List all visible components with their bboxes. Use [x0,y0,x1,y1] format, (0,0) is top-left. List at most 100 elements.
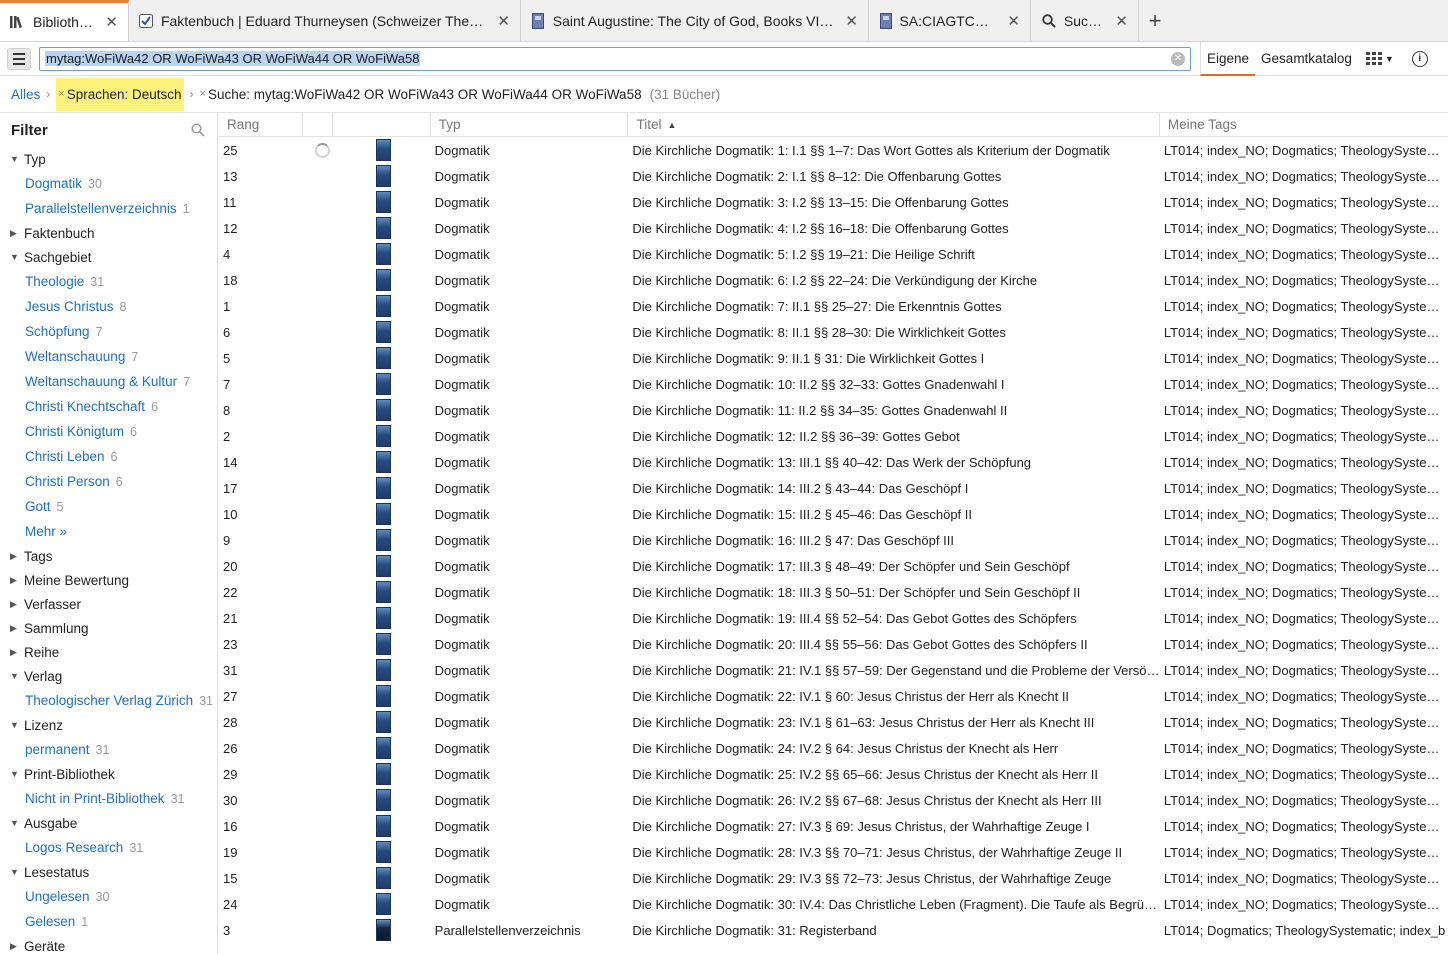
table-row[interactable]: 4 Dogmatik Die Kirchliche Dogmatik: 5: I.2… [219,241,1448,267]
title-cell[interactable]: Die Kirchliche Dogmatik: 12: II.2 §§ 36–… [628,429,1160,444]
filter-item-label[interactable]: Nicht in Print-Bibliothek [25,791,165,806]
title-cell[interactable]: Die Kirchliche Dogmatik: 31: Registerban… [628,923,1160,938]
filter-item[interactable]: Mehr » [0,519,217,544]
table-row[interactable]: 19 Dogmatik Die Kirchliche Dogmatik: 28: I… [219,839,1448,865]
close-icon[interactable]: ✕ [995,12,1020,30]
filter-item[interactable]: Christi Knechtschaft 6 [0,394,217,419]
table-row[interactable]: 8 Dogmatik Die Kirchliche Dogmatik: 11: II… [219,397,1448,423]
filter-item[interactable]: Theologie 31 [0,269,217,294]
title-cell[interactable]: Die Kirchliche Dogmatik: 21: IV.1 §§ 57–… [628,663,1160,678]
filter-group[interactable]: ▼ Print-Bibliothek [0,762,217,786]
table-row[interactable]: 31 Dogmatik Die Kirchliche Dogmatik: 21: I… [219,657,1448,683]
title-cell[interactable]: Die Kirchliche Dogmatik: 10: II.2 §§ 32–… [628,377,1160,392]
title-cell[interactable]: Die Kirchliche Dogmatik: 7: II.1 §§ 25–2… [628,299,1160,314]
table-row[interactable]: 11 Dogmatik Die Kirchliche Dogmatik: 3: I.… [219,189,1448,215]
filter-item-label[interactable]: Christi Königtum [25,424,124,439]
chevron-down-icon[interactable]: ▼ [10,867,24,877]
title-cell[interactable]: Die Kirchliche Dogmatik: 25: IV.2 §§ 65–… [628,767,1160,782]
filter-group[interactable]: ▼ Sachgebiet [0,245,217,269]
title-cell[interactable]: Die Kirchliche Dogmatik: 16: III.2 § 47:… [628,533,1160,548]
title-cell[interactable]: Die Kirchliche Dogmatik: 26: IV.2 §§ 67–… [628,793,1160,808]
table-row[interactable]: 20 Dogmatik Die Kirchliche Dogmatik: 17: I… [219,553,1448,579]
filter-group[interactable]: ▼ Typ [0,147,217,171]
title-cell[interactable]: Die Kirchliche Dogmatik: 18: III.3 § 50–… [628,585,1160,600]
title-cell[interactable]: Die Kirchliche Dogmatik: 20: III.4 §§ 55… [628,637,1160,652]
table-row[interactable]: 3 Parallelstellenverzeichnis Die Kirchlich… [219,917,1448,943]
close-icon[interactable]: ✕ [1103,12,1128,30]
breadcrumb-all[interactable]: Alles [11,87,40,102]
filter-item[interactable]: Schöpfung 7 [0,319,217,344]
filter-item-label[interactable]: Christi Knechtschaft [25,399,145,414]
tab-factbook[interactable]: Faktenbuch | Eduard Thurneysen (Schweize… [129,0,521,41]
add-tab-button[interactable]: + [1139,0,1171,41]
title-cell[interactable]: Die Kirchliche Dogmatik: 3: I.2 §§ 13–15… [628,195,1160,210]
title-cell[interactable]: Die Kirchliche Dogmatik: 19: III.4 §§ 52… [628,611,1160,626]
chevron-down-icon[interactable]: ▼ [10,154,24,164]
chevron-right-icon[interactable]: ▶ [10,575,24,586]
filter-item-label[interactable]: Ungelesen [25,889,90,904]
tab-augustine[interactable]: Saint Augustine: The City of God, Books … [521,0,869,41]
scope-catalog[interactable]: Gesamtkatalog [1255,42,1358,76]
filter-group[interactable]: ▶ Faktenbuch [0,221,217,245]
title-cell[interactable]: Die Kirchliche Dogmatik: 30: IV.4: Das C… [628,897,1160,912]
chevron-right-icon[interactable]: ▶ [10,228,24,239]
table-row[interactable]: 2 Dogmatik Die Kirchliche Dogmatik: 12: II… [219,423,1448,449]
table-row[interactable]: 18 Dogmatik Die Kirchliche Dogmatik: 6: I.… [219,267,1448,293]
table-row[interactable]: 27 Dogmatik Die Kirchliche Dogmatik: 22: I… [219,683,1448,709]
chevron-right-icon[interactable]: ▶ [10,599,24,610]
filter-item-label[interactable]: Gott [25,499,51,514]
title-cell[interactable]: Die Kirchliche Dogmatik: 28: IV.3 §§ 70–… [628,845,1160,860]
filter-group[interactable]: ▶ Sammlung [0,616,217,640]
table-row[interactable]: 13 Dogmatik Die Kirchliche Dogmatik: 2: I.… [219,163,1448,189]
chevron-down-icon[interactable]: ▼ [10,720,24,730]
close-icon[interactable]: ✕ [833,12,858,30]
remove-search-icon[interactable]: × [200,88,206,100]
remove-filter-icon[interactable]: × [58,88,64,100]
table-row[interactable]: 10 Dogmatik Die Kirchliche Dogmatik: 15: I… [219,501,1448,527]
filter-item[interactable]: Weltanschauung 7 [0,344,217,369]
filter-item-label[interactable]: Weltanschauung & Kultur [25,374,177,389]
filter-item-label[interactable]: Gelesen [25,914,75,929]
table-row[interactable]: 24 Dogmatik Die Kirchliche Dogmatik: 30: I… [219,891,1448,917]
title-cell[interactable]: Die Kirchliche Dogmatik: 9: II.1 § 31: D… [628,351,1160,366]
title-cell[interactable]: Die Kirchliche Dogmatik: 15: III.2 § 45–… [628,507,1160,522]
filter-item-label[interactable]: Dogmatik [25,176,82,191]
column-header-tags[interactable]: Meine Tags [1160,113,1448,136]
title-cell[interactable]: Die Kirchliche Dogmatik: 22: IV.1 § 60: … [628,689,1160,704]
column-header-status[interactable] [303,113,334,136]
filter-item[interactable]: Parallelstellenverzeichnis 1 [0,196,217,221]
chevron-right-icon[interactable]: ▶ [10,623,24,634]
table-row[interactable]: 26 Dogmatik Die Kirchliche Dogmatik: 24: I… [219,735,1448,761]
table-row[interactable]: 12 Dogmatik Die Kirchliche Dogmatik: 4: I.… [219,215,1448,241]
chevron-right-icon[interactable]: ▶ [10,941,24,952]
chevron-down-icon[interactable]: ▼ [10,769,24,779]
filter-item[interactable]: Weltanschauung & Kultur 7 [0,369,217,394]
close-icon[interactable]: ✕ [93,13,118,31]
filter-item-label[interactable]: Jesus Christus [25,299,114,314]
filter-item[interactable]: Christi Person 6 [0,469,217,494]
filter-group[interactable]: ▶ Meine Bewertung [0,568,217,592]
filter-item-label[interactable]: permanent [25,742,90,757]
table-row[interactable]: 16 Dogmatik Die Kirchliche Dogmatik: 27: I… [219,813,1448,839]
filter-group[interactable]: ▼ Lizenz [0,713,217,737]
table-row[interactable]: 21 Dogmatik Die Kirchliche Dogmatik: 19: I… [219,605,1448,631]
table-row[interactable]: 9 Dogmatik Die Kirchliche Dogmatik: 16: II… [219,527,1448,553]
filter-group[interactable]: ▶ Tags [0,544,217,568]
title-cell[interactable]: Die Kirchliche Dogmatik: 11: II.2 §§ 34–… [628,403,1160,418]
filter-group[interactable]: ▶ Geräte [0,934,217,954]
search-icon[interactable] [191,123,205,141]
filter-item[interactable]: Gelesen 1 [0,909,217,934]
table-row[interactable]: 15 Dogmatik Die Kirchliche Dogmatik: 29: I… [219,865,1448,891]
chevron-right-icon[interactable]: ▶ [10,551,24,562]
title-cell[interactable]: Die Kirchliche Dogmatik: 1: I.1 §§ 1–7: … [628,143,1160,158]
filter-item[interactable]: permanent 31 [0,737,217,762]
search-input[interactable]: mytag:WoFiWa42 OR WoFiWa43 OR WoFiWa44 O… [39,46,1191,71]
table-row[interactable]: 30 Dogmatik Die Kirchliche Dogmatik: 26: I… [219,787,1448,813]
table-row[interactable]: 25 Dogmatik Die Kirchliche Dogmatik: 1: I.… [219,137,1448,163]
table-row[interactable]: 22 Dogmatik Die Kirchliche Dogmatik: 18: I… [219,579,1448,605]
table-row[interactable]: 6 Dogmatik Die Kirchliche Dogmatik: 8: II.… [219,319,1448,345]
filter-group[interactable]: ▼ Lesestatus [0,860,217,884]
filter-item-label[interactable]: Theologie [25,274,84,289]
filter-item-label[interactable]: Schöpfung [25,324,90,339]
table-row[interactable]: 14 Dogmatik Die Kirchliche Dogmatik: 13: I… [219,449,1448,475]
